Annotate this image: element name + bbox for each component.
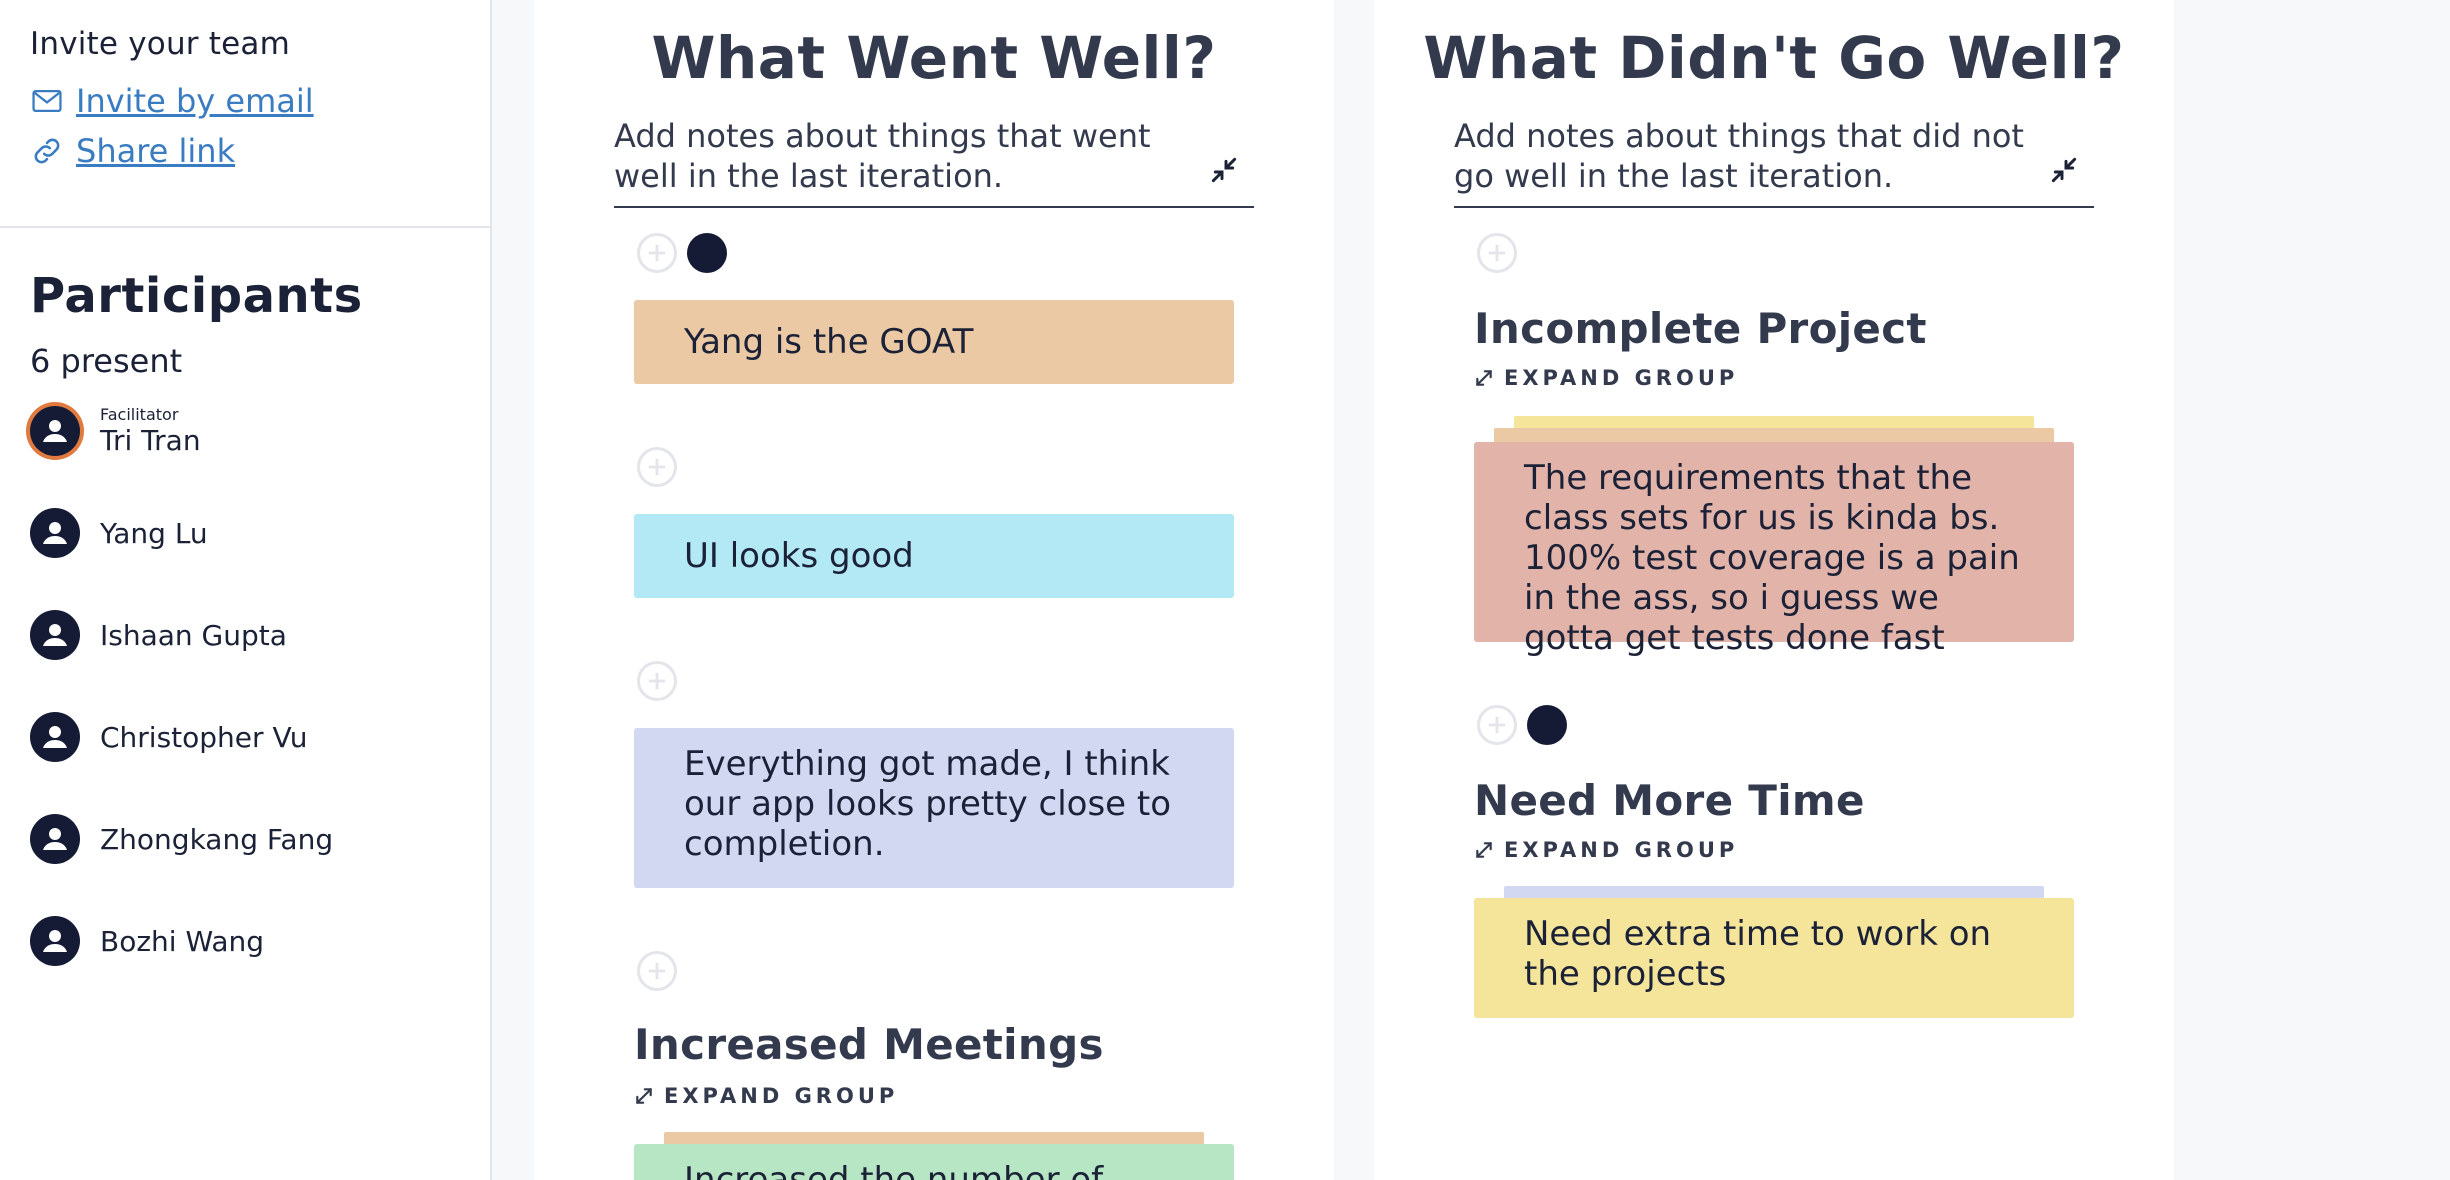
user-icon: [43, 828, 67, 850]
add-reaction-button[interactable]: [637, 233, 677, 273]
plus-icon: [648, 458, 666, 476]
sidebar: Invite your team Invite by email Share l…: [0, 0, 492, 1180]
retro-card[interactable]: Need extra time to work on the projects: [1474, 898, 2074, 1018]
group-title: Incomplete Project: [1474, 304, 1927, 353]
expand-icon: [636, 1088, 652, 1104]
invite-by-email-label: Invite by email: [76, 82, 314, 120]
participant-name: Yang Lu: [100, 516, 208, 550]
card-text: Increased the number of: [684, 1160, 1104, 1180]
user-icon: [43, 420, 67, 442]
expand-group-button[interactable]: EXPAND GROUP: [1474, 838, 1738, 862]
retro-card[interactable]: The requirements that the class sets for…: [1474, 442, 2074, 658]
card-text: The requirements that the class sets for…: [1524, 458, 2020, 658]
participant-name: Ishaan Gupta: [100, 618, 287, 652]
plus-icon: [648, 244, 666, 262]
card-text: Everything got made, I think our app loo…: [684, 744, 1172, 864]
card-text: UI looks good: [684, 536, 914, 576]
column-didnt-go-well: What Didn't Go Well? Add notes about thi…: [1374, 0, 2174, 1180]
column-description-row: Add notes about things that did not go w…: [1454, 116, 2094, 208]
user-icon: [43, 726, 67, 748]
collapse-icon[interactable]: [2048, 154, 2080, 186]
retro-card[interactable]: UI looks good: [634, 514, 1234, 598]
plus-icon: [1488, 716, 1506, 734]
plus-icon: [1488, 244, 1506, 262]
column-title: What Went Well?: [651, 24, 1217, 92]
user-icon: [43, 624, 67, 646]
participant-dot: [1527, 705, 1567, 745]
add-reaction-button[interactable]: [1477, 233, 1517, 273]
participant-name: Christopher Vu: [100, 720, 308, 754]
invite-section: Invite your team Invite by email Share l…: [0, 0, 490, 228]
retro-card[interactable]: Increased the number of: [634, 1144, 1234, 1180]
participants-title: Participants: [30, 268, 363, 324]
collapse-icon[interactable]: [1208, 154, 1240, 186]
avatar: [30, 712, 80, 762]
column-title: What Didn't Go Well?: [1423, 24, 2125, 92]
participant-name: Bozhi Wang: [100, 924, 265, 958]
share-link[interactable]: Share link: [30, 132, 460, 170]
expand-group-button[interactable]: EXPAND GROUP: [1474, 366, 1738, 390]
share-link-label: Share link: [76, 132, 236, 170]
participant-item: Yang Lu: [30, 482, 460, 584]
participant-item: Facilitator Tri Tran: [30, 380, 460, 482]
column-went-well: What Went Well? Add notes about things t…: [534, 0, 1334, 1180]
participant-item: Bozhi Wang: [30, 890, 460, 992]
participant-dot: [687, 233, 727, 273]
link-icon: [34, 138, 60, 164]
card-text: Yang is the GOAT: [684, 322, 974, 362]
avatar: [30, 916, 80, 966]
participant-name: Tri Tran: [100, 424, 201, 457]
card-text: Need extra time to work on the projects: [1524, 914, 1992, 994]
add-reaction-button[interactable]: [1477, 705, 1517, 745]
retro-card[interactable]: Everything got made, I think our app loo…: [634, 728, 1234, 888]
expand-icon: [1476, 842, 1492, 858]
user-icon: [43, 930, 67, 952]
user-icon: [43, 522, 67, 544]
avatar: [30, 610, 80, 660]
avatar: [30, 406, 80, 456]
group-title: Need More Time: [1474, 776, 1865, 825]
group-title: Increased Meetings: [634, 1020, 1104, 1069]
participants-count: 6 present: [30, 342, 183, 380]
plus-icon: [648, 962, 666, 980]
avatar: [30, 814, 80, 864]
column-description-row: Add notes about things that went well in…: [614, 116, 1254, 208]
invite-title: Invite your team: [30, 26, 291, 62]
expand-group-label: EXPAND GROUP: [1504, 366, 1739, 390]
expand-group-button[interactable]: EXPAND GROUP: [634, 1084, 898, 1108]
add-reaction-button[interactable]: [637, 661, 677, 701]
participant-item: Ishaan Gupta: [30, 584, 460, 686]
avatar: [30, 508, 80, 558]
invite-by-email-link[interactable]: Invite by email: [30, 82, 460, 120]
expand-group-label: EXPAND GROUP: [664, 1084, 899, 1108]
expand-icon: [1476, 370, 1492, 386]
column-description: Add notes about things that did not go w…: [1454, 117, 2024, 195]
plus-icon: [648, 672, 666, 690]
add-reaction-button[interactable]: [637, 447, 677, 487]
participant-item: Christopher Vu: [30, 686, 460, 788]
mail-icon: [32, 89, 62, 113]
add-reaction-button[interactable]: [637, 951, 677, 991]
expand-group-label: EXPAND GROUP: [1504, 838, 1739, 862]
participant-role: Facilitator: [100, 405, 179, 424]
retro-card[interactable]: Yang is the GOAT: [634, 300, 1234, 384]
column-description: Add notes about things that went well in…: [614, 117, 1151, 195]
participant-name: Zhongkang Fang: [100, 822, 334, 856]
participants-section: Participants 6 present Facilitator Tri T…: [0, 228, 490, 992]
participant-item: Zhongkang Fang: [30, 788, 460, 890]
